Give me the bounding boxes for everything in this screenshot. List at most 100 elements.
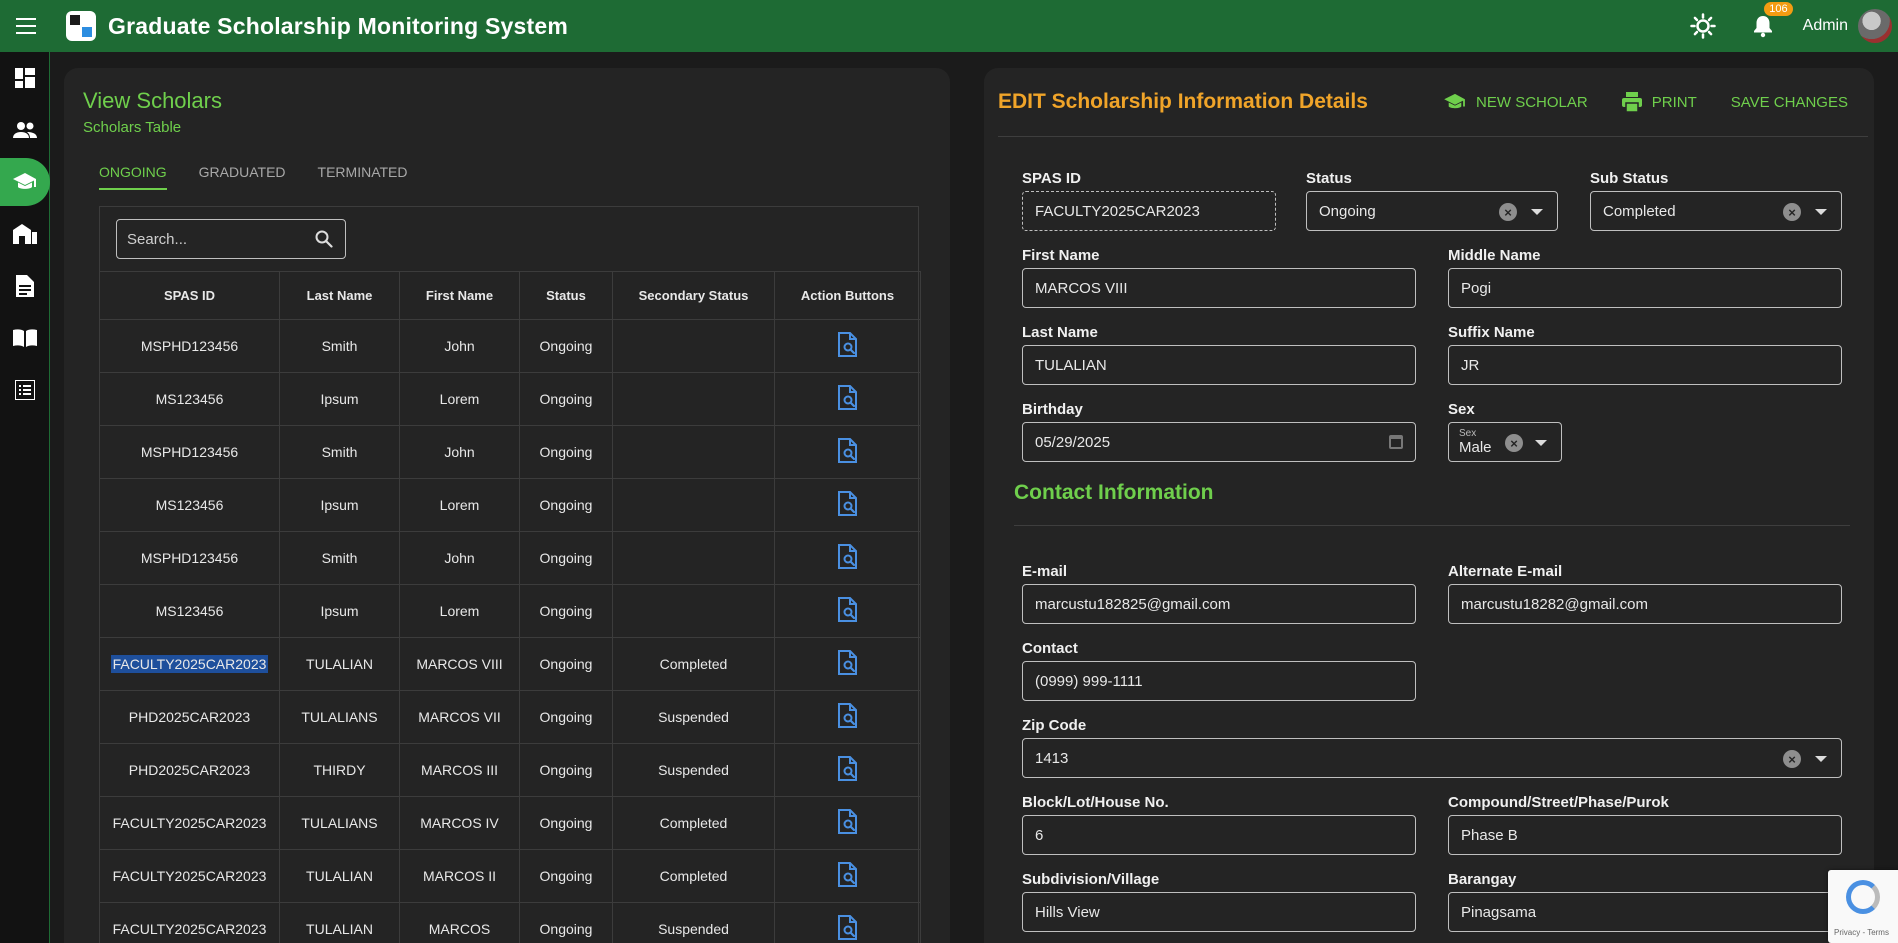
user-name[interactable]: Admin [1803, 17, 1848, 35]
notifications-bell-icon[interactable]: 106 [1741, 0, 1793, 52]
table-row[interactable]: PHD2025CAR2023 THIRDY MARCOS III Ongoing Sus… [99, 743, 921, 797]
cell-action-buttons [774, 584, 921, 638]
view-document-icon[interactable] [837, 490, 859, 520]
tab-terminated[interactable]: TERMINATED [318, 164, 408, 190]
contact-divider [1014, 525, 1850, 526]
search-input[interactable] [127, 230, 307, 248]
cell-first-name: Lorem [399, 584, 520, 638]
cell-first-name: MARCOS VII [399, 690, 520, 744]
sidebar-item-institutions[interactable] [0, 208, 50, 260]
table-row[interactable]: MSPHD123456 Smith John Ongoing [99, 531, 921, 585]
sidebar-item-guides[interactable] [0, 312, 50, 364]
view-document-icon[interactable] [837, 543, 859, 573]
middle-name-label: Middle Name [1448, 247, 1541, 264]
edit-details-title: EDIT Scholarship Information Details [998, 90, 1368, 113]
search-icon[interactable] [315, 230, 333, 248]
table-row[interactable]: PHD2025CAR2023 TULALIANS MARCOS VII Ongoing… [99, 690, 921, 744]
save-changes-button[interactable]: SAVE CHANGES [1731, 94, 1848, 111]
table-row[interactable]: FACULTY2025CAR2023 TULALIAN MARCOS Ongoing S… [99, 902, 921, 943]
sidebar-item-users[interactable] [0, 104, 50, 156]
clear-sex-icon[interactable]: × [1505, 434, 1523, 452]
view-document-icon[interactable] [837, 384, 859, 414]
view-document-icon[interactable] [837, 649, 859, 679]
sub-status-select[interactable]: Completed × [1590, 191, 1842, 231]
suffix-name-input[interactable]: JR [1448, 345, 1842, 385]
table-row[interactable]: MS123456 Ipsum Lorem Ongoing [99, 478, 921, 532]
view-document-icon[interactable] [837, 596, 859, 626]
chevron-down-icon[interactable] [1535, 440, 1547, 446]
cell-first-name: John [399, 319, 520, 373]
users-icon [13, 122, 37, 138]
barangay-input[interactable]: Pinagsama [1448, 892, 1842, 932]
theme-toggle-sun-icon[interactable] [1677, 0, 1729, 52]
view-document-icon[interactable] [837, 861, 859, 891]
clear-sub-status-icon[interactable]: × [1783, 203, 1801, 221]
subdivision-input[interactable]: Hills View [1022, 892, 1416, 932]
alt-email-input[interactable]: marcustu18282@gmail.com [1448, 584, 1842, 624]
view-document-icon[interactable] [837, 437, 859, 467]
cell-spas-id: FACULTY2025CAR2023 [99, 902, 280, 943]
sidebar [0, 52, 50, 943]
street-field: Compound/Street/Phase/Purok Phase B [1448, 794, 1842, 855]
table-row[interactable]: MS123456 Ipsum Lorem Ongoing [99, 372, 921, 426]
table-row[interactable]: FACULTY2025CAR2023 TULALIAN MARCOS II Ongoi… [99, 849, 921, 903]
zip-code-label: Zip Code [1022, 717, 1087, 734]
table-row[interactable]: MS123456 Ipsum Lorem Ongoing [99, 584, 921, 638]
table-row[interactable]: FACULTY2025CAR2023 TULALIANS MARCOS IV Ongo… [99, 796, 921, 850]
cell-spas-id: MS123456 [99, 372, 280, 426]
birthday-input[interactable]: 05/29/2025 [1022, 422, 1416, 462]
contact-information-heading: Contact Information [1014, 481, 1214, 504]
table-row[interactable]: MSPHD123456 Smith John Ongoing [99, 319, 921, 373]
table-row[interactable]: MSPHD123456 Smith John Ongoing [99, 425, 921, 479]
clear-zip-icon[interactable]: × [1783, 750, 1801, 768]
email-input[interactable]: marcustu182825@gmail.com [1022, 584, 1416, 624]
chevron-down-icon[interactable] [1815, 756, 1827, 762]
last-name-input[interactable]: TULALIAN [1022, 345, 1416, 385]
status-value: Ongoing [1319, 202, 1376, 220]
sex-select[interactable]: Sex Male × [1448, 422, 1562, 462]
recaptcha-links[interactable]: Privacy - Terms [1834, 928, 1889, 937]
chevron-down-icon[interactable] [1531, 209, 1543, 215]
contact-input[interactable]: (0999) 999-1111 [1022, 661, 1416, 701]
view-document-icon[interactable] [837, 331, 859, 361]
first-name-input[interactable]: MARCOS VIII [1022, 268, 1416, 308]
sidebar-item-reports[interactable] [0, 364, 50, 416]
cell-spas-id: PHD2025CAR2023 [99, 690, 280, 744]
tab-ongoing[interactable]: ONGOING [99, 164, 167, 190]
sidebar-item-documents[interactable] [0, 260, 50, 312]
cell-status: Ongoing [519, 584, 613, 638]
middle-name-input[interactable]: Pogi [1448, 268, 1842, 308]
view-document-icon[interactable] [837, 702, 859, 732]
suffix-name-field: Suffix Name JR [1448, 324, 1842, 385]
sidebar-item-scholars[interactable] [0, 156, 50, 208]
table-header-row: SPAS ID Last Name First Name Status Seco… [99, 271, 921, 320]
tab-graduated[interactable]: GRADUATED [199, 164, 286, 190]
cell-last-name: TULALIAN [279, 849, 400, 903]
chevron-down-icon[interactable] [1815, 209, 1827, 215]
new-scholar-button[interactable]: NEW SCHOLAR [1444, 93, 1588, 111]
view-document-icon[interactable] [837, 914, 859, 943]
sidebar-item-dashboard[interactable] [0, 52, 50, 104]
zip-code-select[interactable]: 1413 × [1022, 738, 1842, 778]
block-lot-input[interactable]: 6 [1022, 815, 1416, 855]
spas-id-input[interactable]: FACULTY2025CAR2023 [1022, 191, 1276, 231]
view-document-icon[interactable] [837, 808, 859, 838]
status-select[interactable]: Ongoing × [1306, 191, 1558, 231]
cell-action-buttons [774, 902, 921, 943]
user-avatar[interactable] [1858, 9, 1892, 43]
table-row[interactable]: FACULTY2025CAR2023 TULALIAN MARCOS VIII Ong… [99, 637, 921, 691]
view-document-icon[interactable] [837, 755, 859, 785]
hamburger-menu-icon[interactable] [0, 0, 52, 52]
cell-first-name: John [399, 425, 520, 479]
recaptcha-badge[interactable]: Privacy - Terms [1828, 870, 1898, 943]
sub-status-label: Sub Status [1590, 170, 1669, 187]
print-button[interactable]: PRINT [1621, 92, 1697, 112]
col-header-spas-id: SPAS ID [99, 271, 280, 320]
cell-last-name: TULALIANS [279, 796, 400, 850]
clear-status-icon[interactable]: × [1499, 203, 1517, 221]
block-lot-field: Block/Lot/House No. 6 [1022, 794, 1416, 855]
zip-code-value: 1413 [1035, 749, 1069, 767]
sex-field: Sex Sex Male × [1448, 401, 1562, 462]
calendar-icon[interactable] [1389, 435, 1403, 449]
street-input[interactable]: Phase B [1448, 815, 1842, 855]
